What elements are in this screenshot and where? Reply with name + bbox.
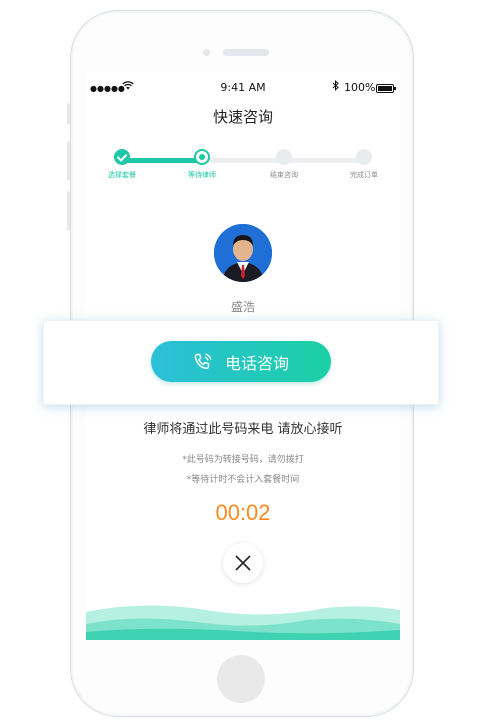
step-wait-lawyer: 等待律师	[172, 146, 232, 180]
mute-switch	[67, 103, 70, 125]
speaker-grille	[223, 49, 269, 56]
lawyer-avatar	[214, 224, 272, 282]
progress-steps: 选择套餐 等待律师 结束咨询 完成订单	[86, 146, 400, 186]
volume-down-button	[67, 191, 70, 231]
phone-consult-button[interactable]: 电话咨询	[151, 341, 331, 382]
current-step-icon	[194, 149, 210, 165]
volume-up-button	[67, 141, 70, 181]
cancel-call-button[interactable]	[223, 543, 263, 583]
pending-step-icon	[276, 149, 292, 165]
step-label: 结束咨询	[270, 171, 298, 179]
phone-consult-label: 电话咨询	[224, 353, 289, 373]
battery-percent: 100%	[344, 81, 376, 94]
wait-timer: 00:02	[215, 500, 271, 525]
check-icon	[114, 149, 130, 165]
bluetooth-icon	[332, 80, 339, 94]
step-label: 选择套餐	[108, 171, 136, 179]
pending-step-icon	[356, 149, 372, 165]
camera-dot	[203, 49, 210, 56]
step-label: 完成订单	[350, 171, 378, 179]
battery-icon	[376, 84, 396, 93]
step-complete-order: 完成订单	[334, 146, 394, 180]
page-title: 快速咨询	[212, 108, 273, 126]
step-end-consult: 结束咨询	[254, 146, 314, 180]
call-card: 电话咨询	[43, 320, 439, 405]
decorative-wave	[86, 605, 400, 640]
phone-icon	[194, 352, 212, 369]
step-label: 等待律师	[188, 171, 216, 179]
lawyer-name: 盛浩	[230, 300, 255, 314]
hint-wait-time: *等待计时不会计入套餐时间	[186, 475, 300, 485]
hint-transfer-number: *此号码为转接号码，请勿拨打	[182, 455, 304, 465]
home-button[interactable]	[217, 655, 265, 703]
call-notice: 律师将通过此号码来电 请放心接听	[143, 422, 343, 437]
status-bar: ●●●●● 9:41 AM 100%	[86, 80, 400, 96]
close-icon	[235, 555, 251, 571]
step-select-package: 选择套餐	[92, 146, 152, 180]
